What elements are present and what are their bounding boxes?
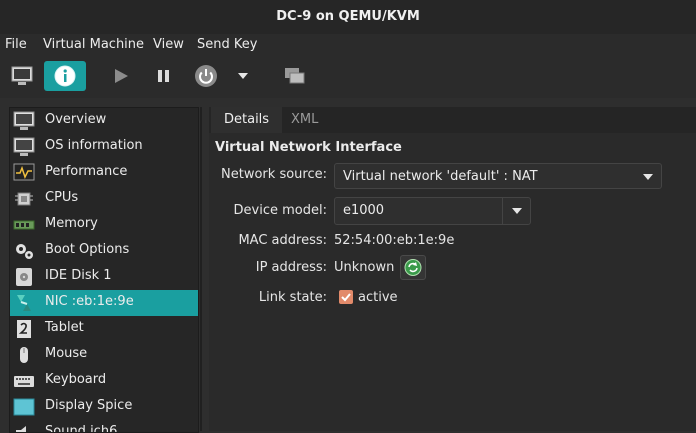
tab-bar: Details XML — [209, 107, 696, 133]
shutdown-button[interactable] — [192, 61, 220, 91]
gears-icon — [16, 244, 33, 259]
sidebar-item-label: OS information — [45, 138, 143, 153]
menu-view[interactable]: View — [153, 37, 184, 52]
sidebar-item-os-information[interactable]: OS information — [10, 134, 198, 160]
sidebar-item-memory[interactable]: Memory — [10, 212, 198, 238]
menu-send-key[interactable]: Send Key — [197, 37, 257, 52]
section-title: Virtual Network Interface — [215, 140, 402, 155]
menubar: File Virtual Machine View Send Key — [0, 34, 696, 56]
network-source-label: Network source: — [221, 167, 327, 182]
details-button[interactable] — [44, 61, 86, 91]
checkmark-icon — [341, 293, 351, 302]
network-source-value: Virtual network 'default' : NAT — [343, 169, 538, 184]
shutdown-menu-button[interactable] — [234, 61, 252, 91]
sidebar-item-tablet[interactable]: Tablet — [10, 316, 198, 342]
monitor-icon — [13, 111, 35, 130]
chevron-down-icon — [643, 174, 653, 180]
chevron-down-icon — [238, 73, 248, 79]
sidebar-item-label: Keyboard — [45, 372, 107, 387]
mac-address-label: MAC address: — [238, 233, 327, 248]
memory-icon — [13, 220, 35, 230]
window-title: DC-9 on QEMU/KVM — [0, 0, 696, 34]
sidebar-item-label: Mouse — [45, 346, 88, 361]
device-model-label: Device model: — [233, 203, 327, 218]
sidebar-item-label: Memory — [45, 216, 98, 231]
toolbar — [0, 56, 696, 98]
pause-button[interactable] — [151, 61, 177, 91]
keyboard-icon — [14, 376, 34, 387]
tab-xml[interactable]: XML — [278, 107, 331, 133]
link-state-checkbox[interactable] — [339, 290, 353, 304]
sidebar-item-cpus[interactable]: CPUs — [10, 186, 198, 212]
ip-address-label: IP address: — [255, 260, 327, 275]
link-state-label: Link state: — [258, 290, 327, 305]
sidebar-item-label: Display Spice — [45, 398, 133, 413]
sidebar-item-label: Boot Options — [45, 242, 130, 257]
sidebar-item-display-spice[interactable]: Display Spice — [10, 394, 198, 420]
nic-icon — [17, 295, 31, 311]
disk-icon — [16, 268, 32, 286]
console-button[interactable] — [6, 61, 38, 91]
sidebar-item-mouse[interactable]: Mouse — [10, 342, 198, 368]
display-icon — [13, 398, 35, 416]
power-icon — [195, 65, 217, 87]
menu-virtual-machine[interactable]: Virtual Machine — [43, 37, 144, 52]
hardware-list: Overview OS information Performance CPUs… — [9, 107, 199, 433]
link-state-value: active — [358, 290, 398, 305]
info-icon — [54, 65, 76, 87]
combo-divider — [502, 198, 503, 224]
sidebar-item-overview[interactable]: Overview — [10, 108, 198, 134]
pane-divider[interactable] — [200, 107, 202, 431]
refresh-ip-button[interactable] — [400, 255, 426, 280]
menu-file[interactable]: File — [5, 37, 27, 52]
tab-details[interactable]: Details — [211, 107, 283, 133]
tablet-icon — [17, 320, 31, 338]
snapshot-icon — [285, 68, 305, 84]
snapshots-button[interactable] — [282, 61, 308, 91]
sidebar-item-sound[interactable]: Sound ich6 — [10, 420, 198, 433]
performance-icon — [13, 163, 35, 181]
run-button[interactable] — [108, 61, 134, 91]
monitor-icon — [13, 137, 35, 156]
device-model-value: e1000 — [343, 203, 385, 218]
cpu-icon — [15, 192, 33, 206]
sidebar-item-label: NIC :eb:1e:9e — [45, 294, 134, 309]
sidebar-item-label: Tablet — [45, 320, 84, 335]
sidebar-item-label: Sound ich6 — [45, 424, 118, 433]
chevron-down-icon — [512, 208, 522, 214]
ip-address-value: Unknown — [334, 260, 395, 275]
network-source-select[interactable]: Virtual network 'default' : NAT — [334, 163, 662, 189]
sidebar-item-boot-options[interactable]: Boot Options — [10, 238, 198, 264]
mouse-icon — [20, 347, 28, 363]
sidebar-item-performance[interactable]: Performance — [10, 160, 198, 186]
sidebar-item-ide-disk-1[interactable]: IDE Disk 1 — [10, 264, 198, 290]
sidebar-item-label: CPUs — [45, 190, 79, 205]
sidebar-item-label: IDE Disk 1 — [45, 268, 112, 283]
refresh-icon — [404, 259, 422, 276]
sidebar-item-label: Performance — [45, 164, 128, 179]
mac-address-value: 52:54:00:eb:1e:9e — [334, 233, 455, 248]
play-icon — [115, 69, 128, 83]
sound-icon — [16, 426, 26, 432]
device-model-combo[interactable]: e1000 — [334, 197, 531, 225]
details-pane: Details XML Virtual Network Interface Ne… — [209, 107, 696, 431]
sidebar-item-keyboard[interactable]: Keyboard — [10, 368, 198, 394]
pause-icon — [158, 70, 169, 82]
sidebar-item-label: Overview — [45, 112, 107, 127]
monitor-icon — [11, 66, 33, 85]
sidebar-item-nic[interactable]: NIC :eb:1e:9e — [10, 290, 198, 316]
